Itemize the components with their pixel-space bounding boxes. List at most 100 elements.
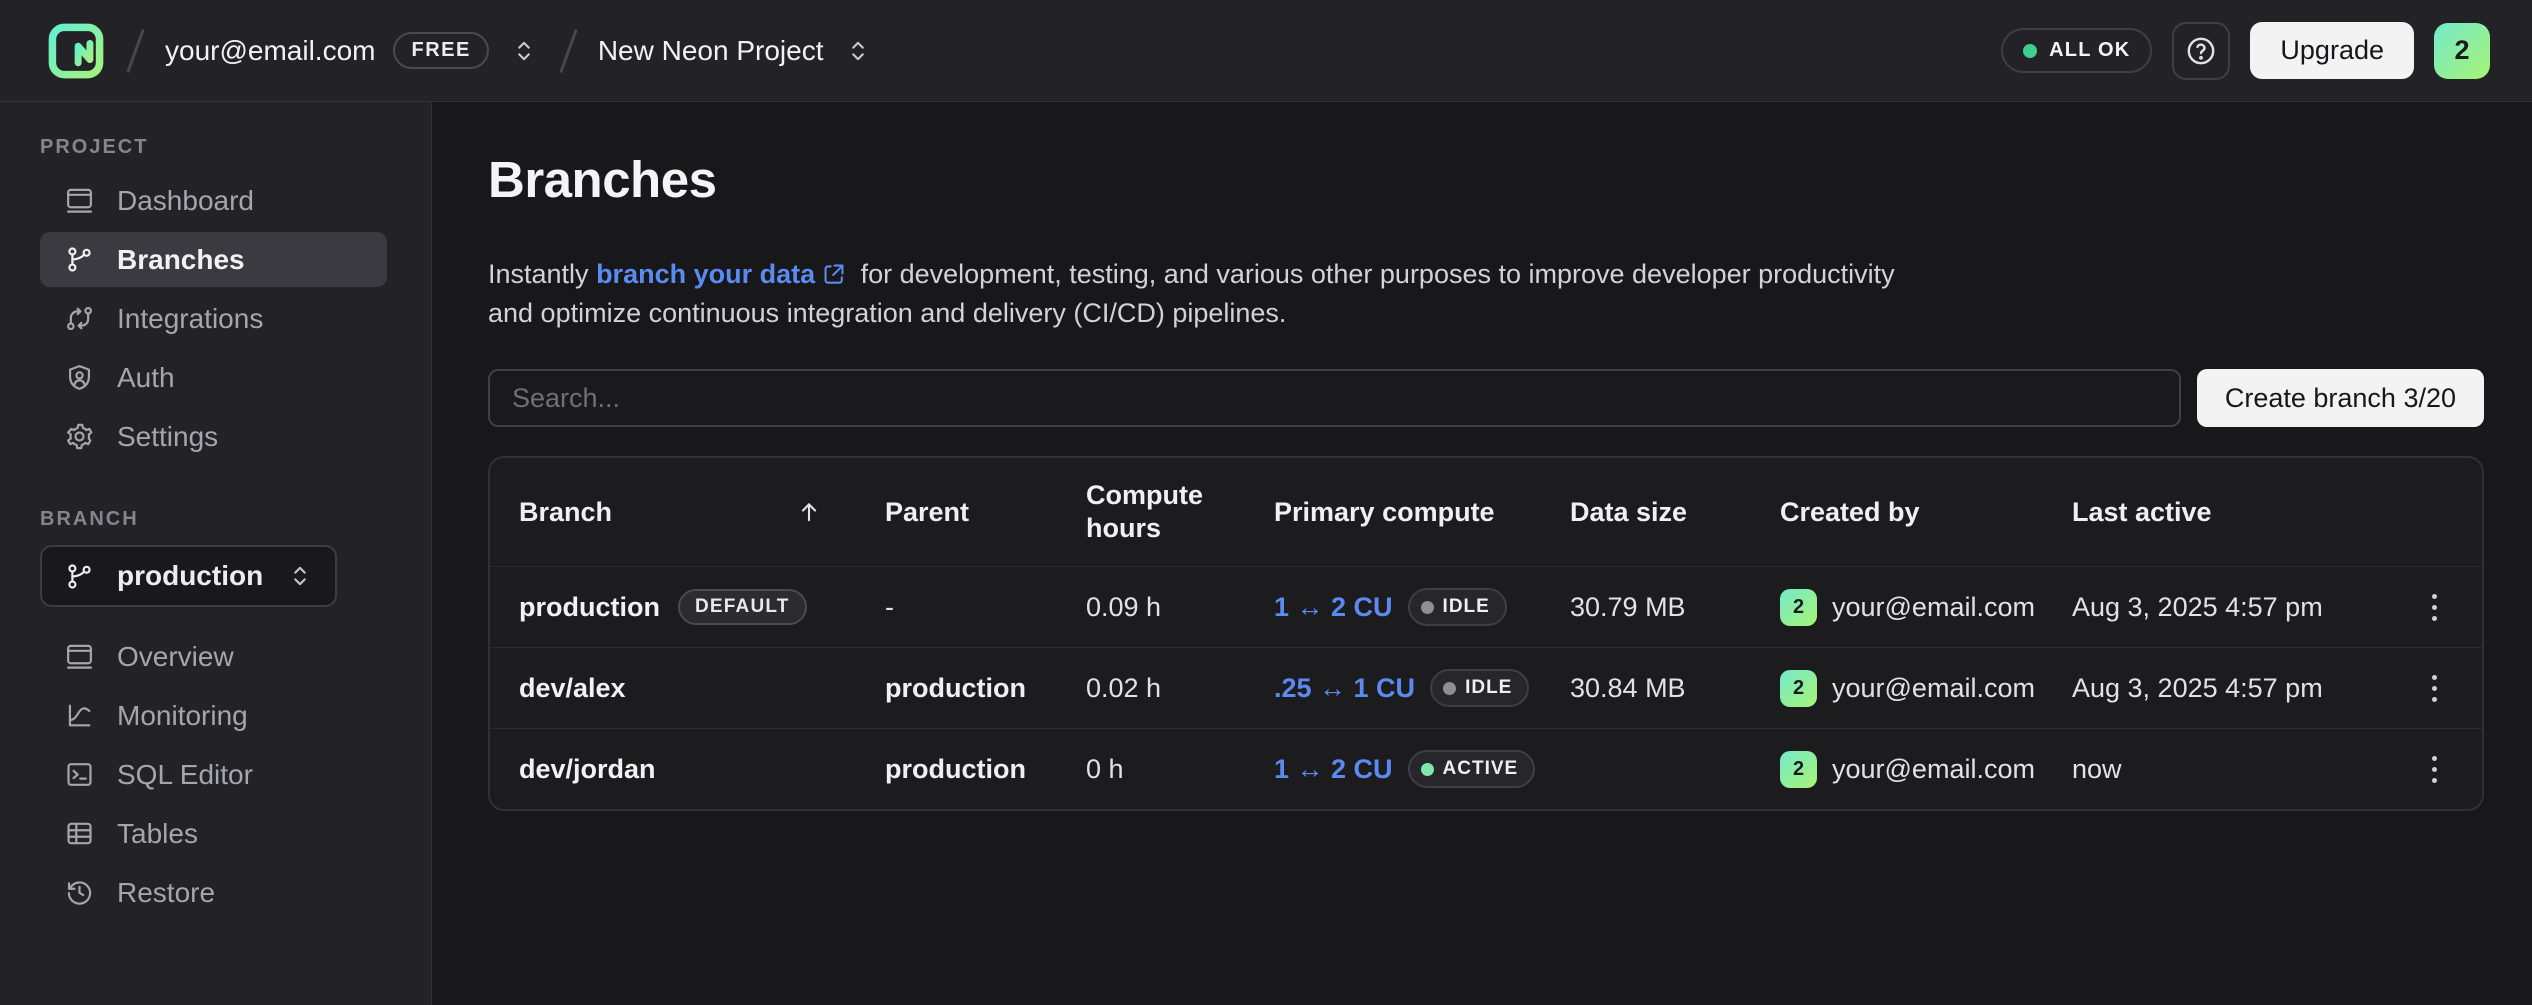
sidebar-item-auth[interactable]: Auth — [40, 350, 387, 405]
branch-selector[interactable]: production — [40, 545, 337, 607]
last-active: Aug 3, 2025 4:57 pm — [2072, 592, 2430, 623]
chevron-updown-icon — [285, 561, 315, 591]
row-menu-button[interactable] — [2410, 664, 2458, 712]
kebab-icon — [2432, 756, 2437, 761]
project-nav: Dashboard Branches Integrations Auth Setting… — [0, 173, 431, 464]
sidebar-item-tables[interactable]: Tables — [40, 806, 387, 861]
search-input[interactable] — [488, 369, 2181, 427]
table-body: production DEFAULT - 0.09 h 1 ↔ 2 CU IDL… — [490, 566, 2482, 809]
created-by-email: your@email.com — [1832, 754, 2035, 785]
compute-state-badge: IDLE — [1430, 669, 1529, 707]
last-active: now — [2072, 754, 2430, 785]
project-name: New Neon Project — [598, 35, 824, 67]
kebab-icon — [2432, 675, 2437, 680]
project-section-label: PROJECT — [40, 136, 431, 159]
page-title: Branches — [488, 150, 2484, 209]
sidebar-item-branches[interactable]: Branches — [40, 232, 387, 287]
table-row[interactable]: dev/alex production 0.02 h .25 ↔ 1 CU ID… — [490, 647, 2482, 728]
topbar-actions: ALL OK Upgrade 2 — [2001, 22, 2490, 80]
neon-logo[interactable] — [46, 21, 106, 81]
state-label: ACTIVE — [1443, 758, 1519, 780]
branches-icon — [64, 244, 95, 275]
sidebar-item-dashboard[interactable]: Dashboard — [40, 173, 387, 228]
restore-icon — [64, 877, 95, 908]
primary-compute-link[interactable]: .25 ↔ 1 CU — [1274, 673, 1415, 704]
description-text: Instantly — [488, 259, 596, 289]
sidebar: PROJECT Dashboard Branches Integrations Aut… — [0, 102, 432, 1005]
branch-section-label: BRANCH — [40, 508, 431, 531]
branches-page: Branches Instantly branch your data for … — [432, 102, 2532, 1005]
settings-icon — [64, 421, 95, 452]
parent-branch: - — [885, 592, 1086, 623]
sidebar-item-sql-editor[interactable]: SQL Editor — [40, 747, 387, 802]
column-header-data-size[interactable]: Data size — [1570, 496, 1780, 529]
column-header-last-active[interactable]: Last active — [2072, 496, 2430, 529]
state-dot-icon — [1443, 682, 1456, 695]
primary-compute-link[interactable]: 1 ↔ 2 CU — [1274, 592, 1393, 623]
compute-state-badge: IDLE — [1408, 588, 1507, 626]
project-selector[interactable]: New Neon Project — [598, 35, 874, 67]
avatar: 2 — [1780, 670, 1817, 707]
avatar: 2 — [1780, 589, 1817, 626]
created-by-email: your@email.com — [1832, 592, 2035, 623]
sidebar-item-overview[interactable]: Overview — [40, 629, 387, 684]
state-label: IDLE — [1443, 596, 1490, 618]
overview-icon — [64, 641, 95, 672]
create-branch-button[interactable]: Create branch 3/20 — [2197, 369, 2484, 427]
column-header-parent[interactable]: Parent — [885, 496, 1086, 529]
breadcrumb-divider — [559, 28, 578, 72]
org-selector[interactable]: your@email.com FREE — [165, 32, 539, 69]
integrations-icon — [64, 303, 95, 334]
branch-name[interactable]: production — [519, 592, 660, 623]
sidebar-item-monitoring[interactable]: Monitoring — [40, 688, 387, 743]
default-badge: DEFAULT — [678, 589, 807, 625]
external-link-icon — [821, 261, 847, 287]
sidebar-item-integrations[interactable]: Integrations — [40, 291, 387, 346]
user-avatar-button[interactable]: 2 — [2434, 23, 2490, 79]
sidebar-item-label: Branches — [117, 244, 245, 276]
column-header-primary-compute[interactable]: Primary compute — [1274, 496, 1570, 529]
avatar: 2 — [1780, 751, 1817, 788]
page-description: Instantly branch your data for developme… — [488, 255, 1918, 333]
breadcrumb: your@email.com FREE New Neon Project — [46, 21, 873, 81]
sort-ascending-icon — [795, 498, 823, 526]
sidebar-item-label: Dashboard — [117, 185, 254, 217]
table-row[interactable]: dev/jordan production 0 h 1 ↔ 2 CU ACTIV… — [490, 728, 2482, 809]
monitoring-icon — [64, 700, 95, 731]
dashboard-icon — [64, 185, 95, 216]
parent-branch: production — [885, 673, 1086, 704]
branch-name[interactable]: dev/jordan — [519, 754, 656, 785]
breadcrumb-divider — [126, 28, 145, 72]
upgrade-button[interactable]: Upgrade — [2250, 22, 2414, 79]
last-active: Aug 3, 2025 4:57 pm — [2072, 673, 2430, 704]
column-header-branch[interactable]: Branch — [490, 496, 885, 529]
status-pill[interactable]: ALL OK — [2001, 28, 2152, 73]
column-header-compute-hours[interactable]: Compute hours — [1086, 479, 1274, 545]
status-dot-icon — [2023, 44, 2037, 58]
compute-hours: 0 h — [1086, 754, 1274, 785]
state-dot-icon — [1421, 763, 1434, 776]
row-menu-button[interactable] — [2410, 745, 2458, 793]
column-header-created-by[interactable]: Created by — [1780, 496, 2072, 529]
table-row[interactable]: production DEFAULT - 0.09 h 1 ↔ 2 CU IDL… — [490, 566, 2482, 647]
branch-nav: Overview MonitoringSQL EditorTables Restor… — [0, 629, 431, 920]
sql-editor-icon — [64, 759, 95, 790]
compute-state-badge: ACTIVE — [1408, 750, 1536, 788]
branch-your-data-link[interactable]: branch your data — [596, 259, 815, 289]
sidebar-item-label: Integrations — [117, 303, 263, 335]
sidebar-item-restore[interactable]: Restore — [40, 865, 387, 920]
org-email: your@email.com — [165, 35, 375, 67]
branches-table: Branch Parent Compute hours Primary comp… — [488, 456, 2484, 811]
sidebar-item-label: Restore — [117, 877, 215, 909]
branch-selector-value: production — [117, 560, 263, 592]
sidebar-item-settings[interactable]: Settings — [40, 409, 387, 464]
help-button[interactable] — [2172, 22, 2230, 80]
branch-name[interactable]: dev/alex — [519, 673, 626, 704]
auth-icon — [64, 362, 95, 393]
chevron-updown-icon — [843, 36, 873, 66]
sidebar-item-label: Settings — [117, 421, 218, 453]
primary-compute-link[interactable]: 1 ↔ 2 CU — [1274, 754, 1393, 785]
row-menu-button[interactable] — [2410, 583, 2458, 631]
status-label: ALL OK — [2049, 39, 2130, 62]
sidebar-item-label: Overview — [117, 641, 234, 673]
